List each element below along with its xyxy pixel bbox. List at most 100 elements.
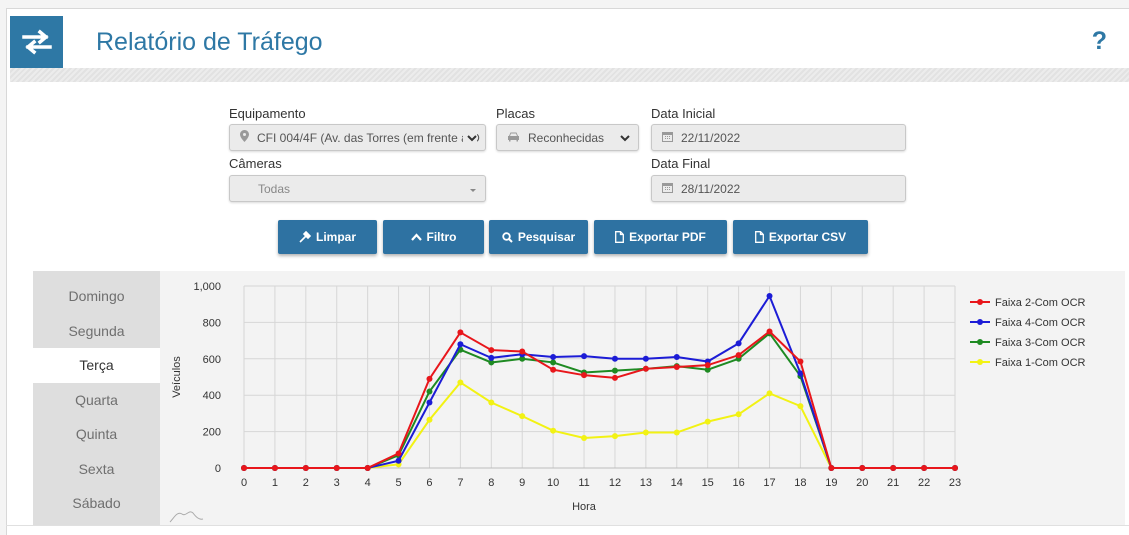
data-point xyxy=(550,359,557,366)
equipamento-label: Equipamento xyxy=(229,106,306,121)
data-point xyxy=(519,413,526,420)
data-point xyxy=(302,465,309,471)
x-tick-label: 7 xyxy=(457,477,463,489)
y-tick-label: 200 xyxy=(203,427,221,439)
legend-item: Faixa 3-Com OCR xyxy=(970,337,1086,349)
x-tick-label: 12 xyxy=(609,477,621,489)
x-tick-label: 13 xyxy=(640,477,652,489)
tab-quarta[interactable]: Quarta xyxy=(33,383,160,418)
placas-select[interactable]: Reconhecidas xyxy=(496,124,639,151)
data-point xyxy=(921,465,928,471)
swap-arrows-icon xyxy=(21,29,52,55)
x-tick-label: 3 xyxy=(334,477,340,489)
exportar-csv-label: Exportar CSV xyxy=(768,230,847,244)
data-point xyxy=(550,427,557,434)
data-point xyxy=(241,465,247,471)
data-point xyxy=(395,457,402,464)
legend-label: Faixa 4-Com OCR xyxy=(995,317,1086,329)
filtro-button[interactable]: Filtro xyxy=(383,220,484,254)
x-tick-label: 10 xyxy=(547,477,559,489)
traffic-line-chart: 02004006008001,000 0 1 2 3 4 5 6 7 8 9 10 11 12 13 14 1… xyxy=(169,281,1086,523)
car-icon xyxy=(507,131,520,145)
legend-item: Faixa 4-Com OCR xyxy=(970,317,1086,329)
cameras-select[interactable]: Todas xyxy=(229,175,486,202)
data-point xyxy=(828,465,835,471)
exportar-pdf-button[interactable]: Exportar PDF xyxy=(594,220,727,254)
chevron-down-icon xyxy=(463,132,477,146)
file-icon xyxy=(754,231,764,243)
x-tick-label: 16 xyxy=(732,477,744,489)
x-tick-label: 14 xyxy=(671,477,683,489)
data-final-label: Data Final xyxy=(651,156,711,171)
chevron-up-icon xyxy=(410,232,422,242)
data-point xyxy=(333,465,340,471)
data-point xyxy=(519,348,526,355)
data-point xyxy=(642,429,649,436)
y-axis-label: Veículos xyxy=(171,356,183,398)
pesquisar-button[interactable]: Pesquisar xyxy=(489,220,588,254)
bottom-border xyxy=(6,525,1129,526)
tab-sabado[interactable]: Sábado xyxy=(33,486,160,521)
data-point xyxy=(611,355,618,362)
limpar-button[interactable]: Limpar xyxy=(278,220,377,254)
data-inicial-label: Data Inicial xyxy=(651,106,716,121)
x-tick-label: 1 xyxy=(272,477,278,489)
series-faixa-2-com-ocr xyxy=(241,328,958,471)
series-line xyxy=(244,293,955,469)
tab-domingo[interactable]: Domingo xyxy=(33,279,160,314)
x-tick-label: 9 xyxy=(519,477,525,489)
data-point xyxy=(797,358,804,365)
x-tick-label: 23 xyxy=(949,477,961,489)
range-selector-icon[interactable] xyxy=(169,511,204,523)
x-tick-label: 6 xyxy=(426,477,432,489)
tab-sexta[interactable]: Sexta xyxy=(33,452,160,487)
data-point xyxy=(550,353,557,360)
filtro-label: Filtro xyxy=(426,230,457,244)
eraser-icon xyxy=(299,231,311,243)
data-inicial-input[interactable]: 22/11/2022 xyxy=(651,124,906,151)
data-point xyxy=(704,418,711,425)
data-point xyxy=(426,388,433,395)
data-point xyxy=(642,355,649,362)
weekday-tabs: Domingo Segunda Terça Quarta Quinta Sext… xyxy=(33,271,160,525)
chart-container: 0 200 400 600 800 1,000 0 1 2 3 4 5 6 7 8 9 10 11 12 13 14 1… xyxy=(160,271,1125,525)
legend-swatch-marker xyxy=(977,319,983,325)
limpar-label: Limpar xyxy=(315,230,356,244)
data-point xyxy=(673,363,680,370)
data-point xyxy=(271,465,278,471)
data-point xyxy=(488,399,495,406)
tab-segunda[interactable]: Segunda xyxy=(33,314,160,349)
data-point xyxy=(673,429,680,436)
data-point xyxy=(735,352,742,359)
data-point xyxy=(581,434,588,441)
data-point xyxy=(766,390,773,397)
x-tick-label: 22 xyxy=(918,477,930,489)
legend-label: Faixa 1-Com OCR xyxy=(995,357,1086,369)
legend-swatch-marker xyxy=(977,339,983,345)
data-point xyxy=(611,374,618,381)
x-tick-label: 8 xyxy=(488,477,494,489)
x-tick-label: 20 xyxy=(856,477,868,489)
data-point xyxy=(766,293,773,300)
data-point xyxy=(673,353,680,360)
calendar-icon xyxy=(662,182,673,196)
tab-quinta[interactable]: Quinta xyxy=(33,417,160,452)
tab-terca[interactable]: Terça xyxy=(33,348,160,383)
placas-label: Placas xyxy=(496,106,536,121)
legend-item: Faixa 2-Com OCR xyxy=(970,297,1086,309)
pesquisar-label: Pesquisar xyxy=(517,230,576,244)
data-point xyxy=(797,403,804,410)
x-tick-label: 19 xyxy=(825,477,837,489)
x-tick-label: 2 xyxy=(303,477,309,489)
chevron-down-icon xyxy=(620,132,630,146)
traffic-logo-button[interactable] xyxy=(10,16,63,68)
data-point xyxy=(457,379,464,386)
data-point xyxy=(457,329,464,336)
exportar-csv-button[interactable]: Exportar CSV xyxy=(733,220,868,254)
data-final-input[interactable]: 28/11/2022 xyxy=(651,175,906,202)
equipamento-select[interactable]: CFI 004/4F (Av. das Torres (em frente a … xyxy=(229,124,486,151)
data-point xyxy=(704,362,711,369)
x-tick-label: 0 xyxy=(241,477,247,489)
data-point xyxy=(735,340,742,347)
help-icon[interactable]: ? xyxy=(1092,27,1107,56)
